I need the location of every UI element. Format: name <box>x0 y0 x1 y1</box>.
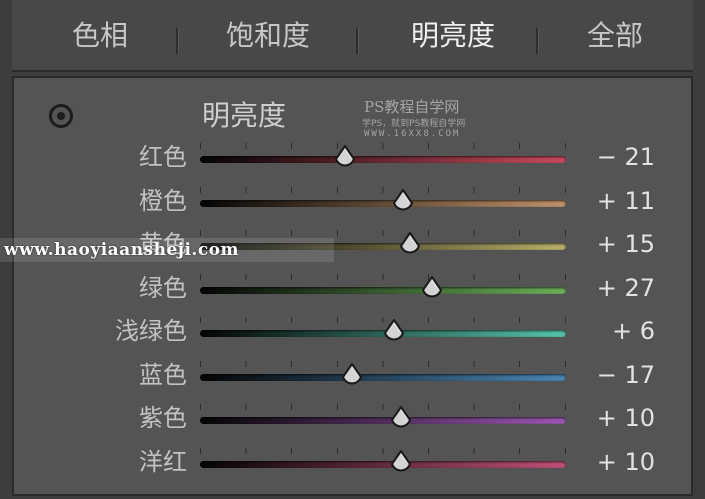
tab-separator <box>176 28 179 54</box>
slider-row-blue: 蓝色 − 17 <box>14 356 691 396</box>
slider-row-magenta: 洋红 + 10 <box>14 443 691 483</box>
watermark-title: PS教程自学网 <box>364 98 460 116</box>
slider-ticks <box>200 273 566 280</box>
watermark-subtitle: 学PS，就到PS教程自学网 <box>362 119 466 129</box>
target-adjust-icon[interactable] <box>49 104 73 128</box>
section-title: 明亮度 <box>202 99 287 132</box>
slider-track-red[interactable] <box>200 156 566 163</box>
slider-row-red: 红色 − 21 <box>14 138 691 178</box>
slider-ticks <box>200 447 566 454</box>
slider-ticks <box>200 143 566 149</box>
slider-track-orange[interactable] <box>200 199 566 207</box>
tab-hue[interactable]: 色相 <box>30 0 170 72</box>
slider-thumb-purple[interactable] <box>388 405 414 433</box>
slider-ticks <box>200 186 566 193</box>
slider-row-green: 绿色 + 27 <box>14 269 691 309</box>
slider-ticks <box>200 404 566 410</box>
slider-label-green: 绿色 <box>139 273 187 302</box>
hsl-tab-bar: 色相 饱和度 明亮度 全部 <box>12 0 693 72</box>
slider-label-orange: 橙色 <box>139 186 187 215</box>
tab-all[interactable]: 全部 <box>560 0 670 72</box>
slider-ticks <box>200 230 566 236</box>
slider-value-purple[interactable]: + 10 <box>597 400 655 436</box>
slider-label-aqua: 浅绿色 <box>115 317 187 345</box>
slider-track-magenta[interactable] <box>200 460 566 468</box>
slider-track-purple[interactable] <box>200 417 566 424</box>
slider-value-red[interactable]: − 21 <box>597 139 655 175</box>
slider-value-green[interactable]: + 27 <box>597 270 655 306</box>
tab-saturation[interactable]: 饱和度 <box>198 0 338 72</box>
slider-thumb-red[interactable] <box>332 144 358 172</box>
luminance-panel: 明亮度 PS教程自学网 学PS，就到PS教程自学网 WWW.16XX8.COM … <box>12 76 693 496</box>
slider-thumb-orange[interactable] <box>390 188 416 216</box>
slider-thumb-green[interactable] <box>419 275 445 303</box>
slider-thumb-magenta[interactable] <box>388 449 414 477</box>
slider-value-orange[interactable]: + 11 <box>597 183 655 219</box>
slider-ticks <box>200 360 566 367</box>
slider-label-red: 红色 <box>139 143 187 171</box>
slider-row-aqua: 浅绿色 + 6 <box>14 312 691 352</box>
slider-row-purple: 紫色 + 10 <box>14 399 691 439</box>
slider-value-aqua[interactable]: + 6 <box>612 313 655 349</box>
slider-label-magenta: 洋红 <box>139 447 187 476</box>
slider-row-orange: 橙色 + 11 <box>14 182 691 222</box>
slider-thumb-blue[interactable] <box>339 362 365 390</box>
tab-luminance[interactable]: 明亮度 <box>378 0 528 72</box>
slider-value-yellow[interactable]: + 15 <box>597 226 655 262</box>
slider-value-blue[interactable]: − 17 <box>597 357 655 393</box>
tab-separator <box>356 28 359 54</box>
slider-thumb-yellow[interactable] <box>397 231 423 259</box>
slider-value-magenta[interactable]: + 10 <box>597 444 655 480</box>
slider-label-purple: 紫色 <box>139 404 187 432</box>
watermark-url: www.haoyiaansheji.com <box>0 238 334 262</box>
slider-track-blue[interactable] <box>200 373 566 381</box>
tab-separator <box>536 28 539 54</box>
slider-track-green[interactable] <box>200 286 566 294</box>
slider-label-blue: 蓝色 <box>139 360 187 389</box>
slider-thumb-aqua[interactable] <box>381 318 407 346</box>
